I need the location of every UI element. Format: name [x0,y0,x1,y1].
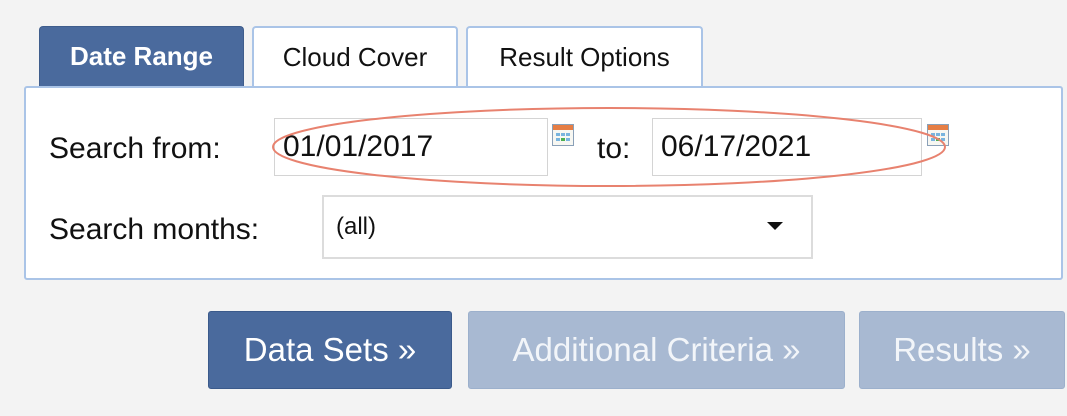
tab-result-options[interactable]: Result Options [466,26,703,86]
search-from-label: Search from: [49,132,221,165]
date-to-field[interactable]: 06/17/2021 [652,118,922,176]
tab-date-range[interactable]: Date Range [39,26,244,86]
tab-label: Date Range [69,41,214,71]
tab-cloud-cover[interactable]: Cloud Cover [252,26,458,86]
date-to-value: 06/17/2021 [661,130,812,163]
additional-criteria-button[interactable]: Additional Criteria » [468,311,845,389]
search-months-select[interactable]: (all) [322,195,813,259]
results-label: Results » [893,331,1031,368]
search-months-label: Search months: [49,213,260,246]
tab-label: Result Options [499,41,670,72]
data-sets-label: Data Sets » [243,331,417,368]
data-sets-button[interactable]: Data Sets » [208,311,452,389]
chevron-down-icon [767,222,783,230]
calendar-icon[interactable] [927,124,949,146]
results-button[interactable]: Results » [859,311,1065,389]
calendar-icon[interactable] [552,124,574,146]
search-months-value: (all) [336,213,376,240]
date-range-panel: Search from: 01/01/2017 to: 06/17/2021 S… [24,86,1063,280]
date-from-value: 01/01/2017 [283,130,434,163]
search-to-label: to: [597,132,631,165]
date-from-field[interactable]: 01/01/2017 [274,118,548,176]
tab-label: Cloud Cover [282,41,428,72]
additional-criteria-label: Additional Criteria » [512,331,801,368]
